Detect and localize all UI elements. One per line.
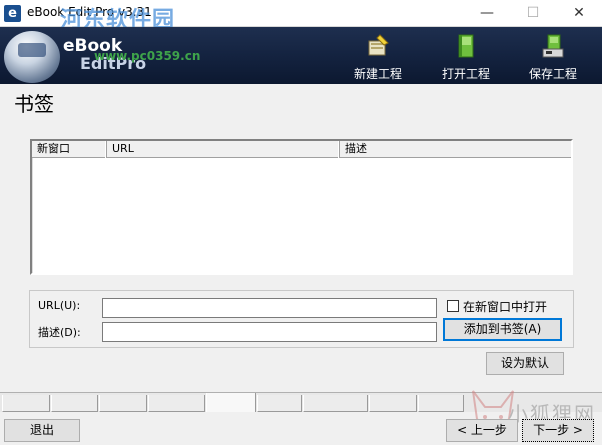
- wizard-step-tab[interactable]: [148, 395, 205, 412]
- column-header-url[interactable]: URL: [107, 141, 340, 158]
- title-bar: e eBook Edit Pro v3.31 河东软件园 — ☐ ✕: [0, 0, 602, 33]
- open-new-window-label[interactable]: 在新窗口中打开: [463, 298, 547, 315]
- new-project-icon: [368, 34, 389, 56]
- app-icon[interactable]: e: [4, 5, 21, 22]
- column-header-new-window[interactable]: 新窗口: [32, 141, 107, 158]
- save-project-label: 保存工程: [528, 67, 577, 81]
- description-input[interactable]: [102, 322, 437, 342]
- new-project-label: 新建工程: [353, 67, 402, 81]
- bookmark-list[interactable]: 新窗口 URL 描述: [30, 139, 573, 275]
- new-project-button[interactable]: 新建工程: [338, 27, 418, 84]
- add-to-bookmarks-button[interactable]: 添加到书签(A): [443, 318, 562, 341]
- description-label: 描述(D):: [38, 326, 81, 339]
- column-header-description[interactable]: 描述: [340, 141, 571, 158]
- exit-button[interactable]: 退出: [4, 419, 80, 442]
- wizard-step-tab[interactable]: [99, 395, 147, 412]
- minimize-button[interactable]: —: [464, 0, 510, 27]
- url-input[interactable]: [102, 298, 437, 318]
- set-default-button[interactable]: 设为默认: [486, 352, 564, 375]
- open-project-button[interactable]: 打开工程: [426, 27, 506, 84]
- save-project-icon: [542, 34, 564, 58]
- maximize-button[interactable]: ☐: [510, 0, 556, 27]
- close-button[interactable]: ✕: [556, 0, 602, 27]
- wizard-step-tab[interactable]: [303, 395, 368, 412]
- open-project-label: 打开工程: [441, 67, 490, 81]
- watermark-url: www.pc0359.cn: [94, 49, 201, 63]
- wizard-step-tab[interactable]: [51, 395, 98, 412]
- previous-step-button[interactable]: < 上一步: [446, 419, 518, 442]
- next-step-button[interactable]: 下一步 >: [522, 419, 594, 442]
- save-project-button[interactable]: 保存工程: [513, 27, 593, 84]
- toolbar-banner: eBook EditPro www.pc0359.cn 新建工程 打开工程 保存…: [0, 27, 602, 84]
- url-label: URL(U):: [38, 299, 81, 312]
- open-project-icon: [458, 34, 474, 58]
- wizard-step-tab[interactable]: [369, 395, 417, 412]
- logo-disc-icon: [4, 31, 60, 83]
- bookmark-list-header: 新窗口 URL 描述: [32, 141, 571, 158]
- wizard-step-tab[interactable]: [2, 395, 50, 412]
- wizard-step-tab[interactable]: [418, 395, 464, 412]
- wizard-step-tab-active[interactable]: [206, 393, 256, 413]
- wizard-step-tab[interactable]: [257, 395, 302, 412]
- open-new-window-checkbox[interactable]: [447, 300, 459, 312]
- page-title: 书签: [14, 92, 54, 116]
